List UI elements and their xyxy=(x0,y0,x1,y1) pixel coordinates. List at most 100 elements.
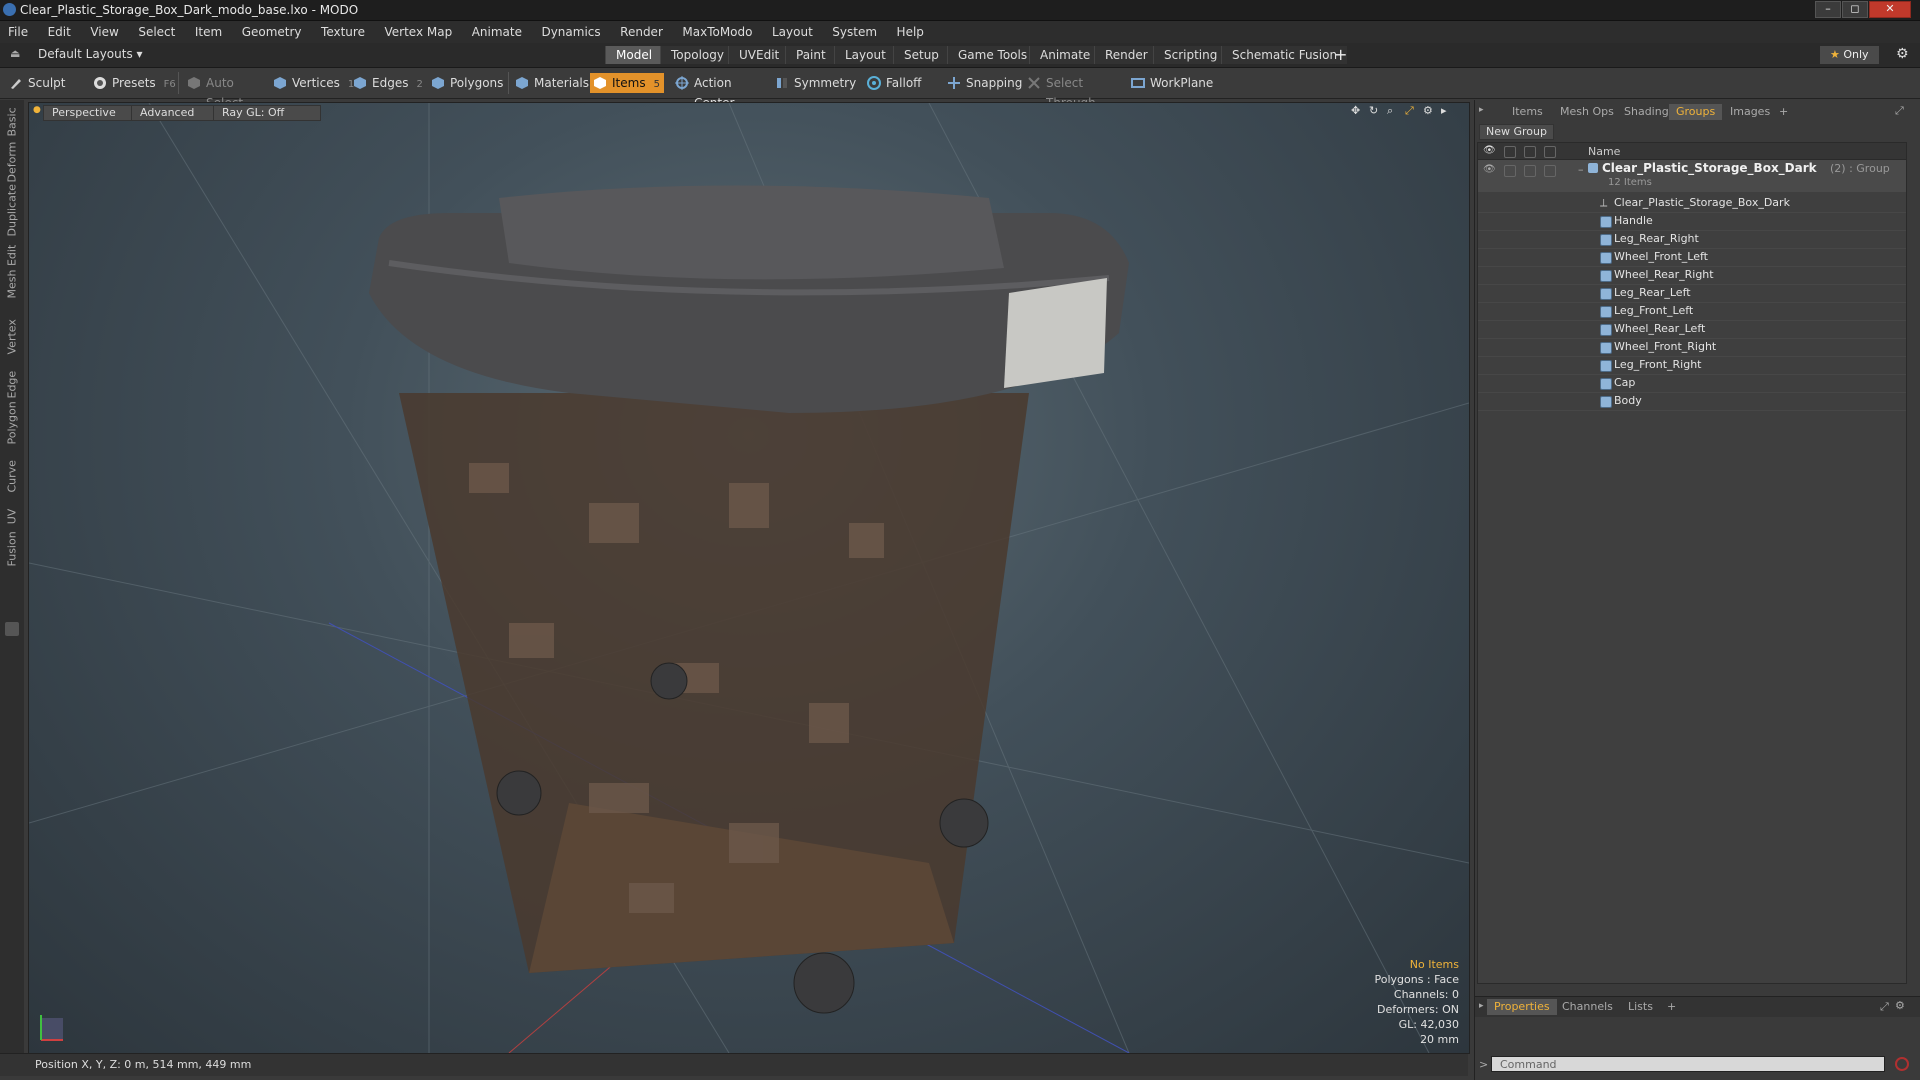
list-item[interactable]: Leg_Front_Left xyxy=(1478,302,1906,321)
tab-edge[interactable]: Edge xyxy=(0,368,24,402)
menu-texture[interactable]: Texture xyxy=(313,21,373,39)
props-settings-icon[interactable]: ⚙ xyxy=(1895,999,1905,1012)
list-item[interactable]: Leg_Front_Right xyxy=(1478,356,1906,375)
render-column-icon[interactable] xyxy=(1504,146,1516,158)
tab-paint[interactable]: Paint xyxy=(785,46,836,64)
tab-scripting[interactable]: Scripting xyxy=(1153,46,1228,64)
tab-mesh-edit[interactable]: Mesh Edit xyxy=(0,245,24,314)
collapse-icon[interactable]: – xyxy=(1578,163,1584,176)
tab-polygon[interactable]: Polygon xyxy=(0,401,24,456)
menu-item[interactable]: Item xyxy=(187,21,230,39)
panel-toggle-icon[interactable] xyxy=(5,622,19,636)
list-item[interactable]: Cap xyxy=(1478,374,1906,393)
symmetry-button[interactable]: Symmetry xyxy=(772,73,856,93)
tab-game-tools[interactable]: Game Tools xyxy=(947,46,1038,64)
tab-duplicate[interactable]: Duplicate xyxy=(0,184,24,250)
list-item[interactable]: Body xyxy=(1478,392,1906,411)
snapping-button[interactable]: Snapping xyxy=(944,73,1022,93)
auto-select-button[interactable]: Auto Select xyxy=(184,73,266,110)
minimize-button[interactable]: – xyxy=(1815,1,1841,18)
record-icon[interactable] xyxy=(1895,1057,1909,1071)
maximize-button[interactable]: ◻ xyxy=(1842,1,1868,18)
group-visibility-icon[interactable]: 👁 xyxy=(1483,164,1496,175)
tab-vertex[interactable]: Vertex xyxy=(0,319,24,362)
group-row[interactable]: 👁 – Clear_Plastic_Storage_Box_Dark (2) :… xyxy=(1478,160,1906,192)
3d-viewport[interactable]: ● Perspective Advanced Ray GL: Off ✥ ↻ ⌕… xyxy=(28,102,1470,1054)
group-select-icon[interactable] xyxy=(1544,165,1556,177)
tab-render[interactable]: Render xyxy=(1094,46,1158,64)
new-group-button[interactable]: New Group xyxy=(1479,124,1554,140)
add-panel-tab-button[interactable]: + xyxy=(1779,105,1788,118)
lock-column-icon[interactable] xyxy=(1524,146,1536,158)
polygons-button[interactable]: Polygons xyxy=(428,73,504,93)
list-item[interactable]: Wheel_Front_Right xyxy=(1478,338,1906,357)
tab-layout[interactable]: Layout xyxy=(834,46,896,64)
menu-maxtomodo[interactable]: MaxToModo xyxy=(674,21,760,39)
close-button[interactable]: ✕ xyxy=(1869,1,1911,18)
select-through-button[interactable]: Select Through xyxy=(1024,73,1124,110)
viewport-settings-icon[interactable]: ⚙ xyxy=(1423,104,1433,117)
expand-props-icon[interactable]: ⤢ xyxy=(1880,1000,1889,1014)
menu-view[interactable]: View xyxy=(82,21,126,39)
menu-animate[interactable]: Animate xyxy=(464,21,530,39)
panel-menu-icon[interactable]: ▸ xyxy=(1479,105,1484,115)
tab-animate[interactable]: Animate xyxy=(1029,46,1101,64)
presets-button[interactable]: Presets F6 xyxy=(90,73,176,93)
tab-items[interactable]: Items xyxy=(1505,104,1550,120)
zoom-icon[interactable]: ⌕ xyxy=(1387,104,1393,118)
tab-schematic-fusion[interactable]: Schematic Fusion xyxy=(1221,46,1348,64)
falloff-button[interactable]: Falloff xyxy=(864,73,934,93)
layout-toggle-icon[interactable]: ⏏ xyxy=(10,47,20,60)
tab-uv[interactable]: UV xyxy=(0,504,24,528)
rotate-icon[interactable]: ↻ xyxy=(1369,104,1378,117)
list-item[interactable]: Wheel_Rear_Right xyxy=(1478,266,1906,285)
gear-icon[interactable]: ⚙ xyxy=(1896,46,1909,62)
pan-icon[interactable]: ✥ xyxy=(1351,104,1360,117)
list-item[interactable]: ⟂ Clear_Plastic_Storage_Box_Dark xyxy=(1478,194,1906,213)
layout-selector[interactable]: Default Layouts ▾ xyxy=(38,47,143,61)
materials-button[interactable]: Materials xyxy=(512,73,589,93)
menu-render[interactable]: Render xyxy=(612,21,671,39)
tab-lists[interactable]: Lists xyxy=(1621,999,1660,1015)
visibility-column-icon[interactable]: 👁 xyxy=(1483,145,1496,156)
tab-uvedit[interactable]: UVEdit xyxy=(728,46,790,64)
command-input[interactable]: Command xyxy=(1491,1056,1885,1072)
advanced-button[interactable]: Advanced xyxy=(131,105,223,121)
sculpt-button[interactable]: Sculpt xyxy=(6,73,86,93)
menu-dynamics[interactable]: Dynamics xyxy=(533,21,608,39)
workplane-button[interactable]: WorkPlane xyxy=(1128,73,1218,93)
menu-select[interactable]: Select xyxy=(130,21,183,39)
tab-properties[interactable]: Properties xyxy=(1487,999,1557,1015)
menu-vertex-map[interactable]: Vertex Map xyxy=(376,21,460,39)
tab-shading[interactable]: Shading xyxy=(1617,104,1676,120)
expand-panel-icon[interactable]: ⤢ xyxy=(1895,104,1904,118)
add-tab-button[interactable]: + xyxy=(1334,45,1347,64)
only-toggle[interactable]: ★ Only xyxy=(1820,46,1879,64)
action-center-button[interactable]: Action Center xyxy=(672,73,764,110)
tab-images[interactable]: Images xyxy=(1723,104,1777,120)
list-item[interactable]: Handle xyxy=(1478,212,1906,231)
tab-topology[interactable]: Topology xyxy=(660,46,734,64)
maximize-viewport-icon[interactable]: ⤢ xyxy=(1405,104,1414,118)
list-item[interactable]: Leg_Rear_Left xyxy=(1478,284,1906,303)
tab-curve[interactable]: Curve xyxy=(0,460,24,498)
tab-setup[interactable]: Setup xyxy=(893,46,949,64)
vertices-button[interactable]: Vertices 1 xyxy=(270,73,354,93)
props-menu-icon[interactable]: ▸ xyxy=(1479,1001,1484,1011)
menu-edit[interactable]: Edit xyxy=(40,21,79,39)
tab-fusion[interactable]: Fusion xyxy=(0,531,24,574)
list-item[interactable]: Leg_Rear_Right xyxy=(1478,230,1906,249)
items-button[interactable]: Items 5 xyxy=(590,73,664,93)
menu-geometry[interactable]: Geometry xyxy=(234,21,310,39)
edges-button[interactable]: Edges 2 xyxy=(350,73,424,93)
list-item[interactable]: Wheel_Rear_Left xyxy=(1478,320,1906,339)
menu-system[interactable]: System xyxy=(824,21,885,39)
viewport-arrow-icon[interactable]: ▸ xyxy=(1441,104,1447,117)
tab-channels[interactable]: Channels xyxy=(1555,999,1620,1015)
viewport-menu-icon[interactable]: ● xyxy=(33,105,41,115)
add-props-tab-button[interactable]: + xyxy=(1667,1000,1676,1013)
list-item[interactable]: Wheel_Front_Left xyxy=(1478,248,1906,267)
raygl-button[interactable]: Ray GL: Off xyxy=(213,105,321,121)
perspective-button[interactable]: Perspective xyxy=(43,105,141,121)
tab-mesh-ops[interactable]: Mesh Ops xyxy=(1553,104,1621,120)
